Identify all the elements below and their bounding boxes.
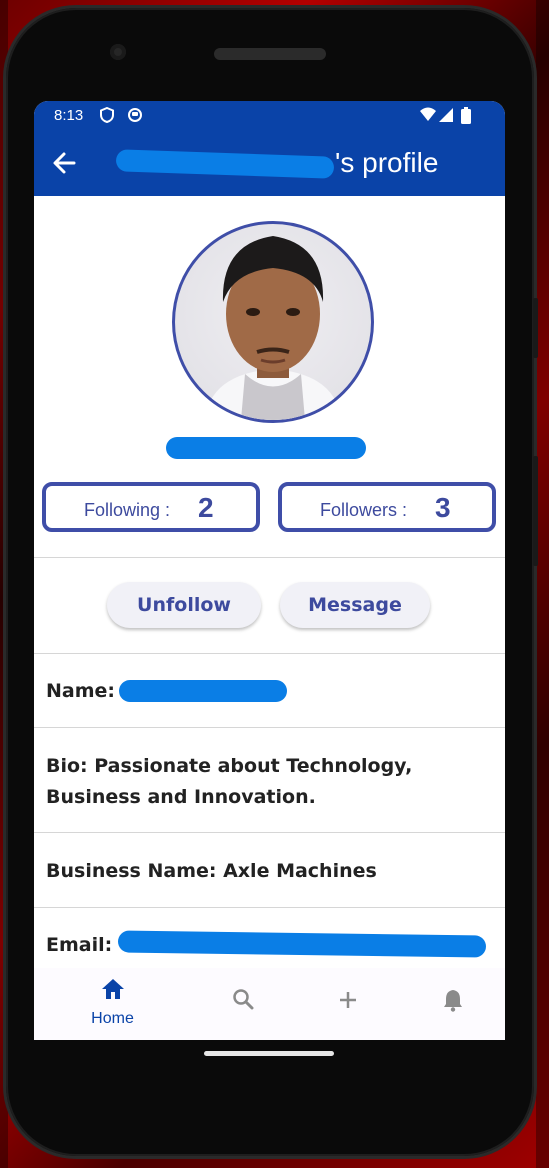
cellular-signal-icon [438, 107, 454, 127]
redacted-username [115, 149, 335, 179]
shield-icon [100, 106, 114, 127]
bio-line-2: Business and Innovation. [46, 786, 316, 808]
message-button[interactable]: Message [280, 582, 430, 628]
followers-box[interactable]: Followers : 3 [278, 482, 496, 532]
search-icon [184, 988, 301, 1016]
front-camera [110, 44, 126, 60]
nav-search[interactable] [184, 968, 301, 1040]
divider [34, 557, 505, 558]
background-edge-right [536, 0, 549, 1168]
status-bar: 8:13 [34, 101, 505, 131]
home-indicator [204, 1051, 334, 1056]
bottom-navigation: Home [34, 968, 505, 1040]
bio-line-1: Bio: Passionate about Technology, [46, 755, 413, 777]
business-name-row: Business Name: Axle Machines [46, 860, 377, 882]
following-count: 2 [198, 492, 214, 523]
redacted-email [117, 930, 487, 958]
battery-icon [461, 107, 471, 128]
wifi-icon [419, 107, 437, 127]
redacted-name [119, 680, 287, 702]
followers-count: 3 [435, 492, 451, 523]
home-icon [54, 978, 171, 1006]
unfollow-button[interactable]: Unfollow [107, 582, 261, 628]
profile-avatar [172, 221, 374, 423]
name-label: Name: [46, 680, 116, 702]
redacted-username-label [166, 437, 366, 459]
volume-button [533, 456, 538, 566]
app-title: 's profile [335, 147, 439, 178]
email-label: Email: [46, 934, 113, 956]
app-bar: 's profile [34, 131, 505, 196]
nav-notifications[interactable] [394, 968, 505, 1040]
nav-home-label: Home [91, 1010, 134, 1027]
email-row: Email: [46, 930, 112, 961]
status-time: 8:13 [54, 107, 84, 124]
notifications-icon [394, 988, 505, 1018]
divider [34, 907, 505, 908]
app-notification-icon [127, 107, 143, 127]
power-button [533, 298, 538, 358]
divider [34, 653, 505, 654]
name-row: Name: [46, 676, 115, 707]
bio-row: Bio: Passionate about Technology, Busine… [46, 751, 412, 813]
following-label: Following : [84, 500, 171, 520]
following-box[interactable]: Following : 2 [42, 482, 260, 532]
earpiece-speaker [214, 48, 326, 60]
app-screen: 8:13 's profile Following: 2 Followers … [34, 101, 505, 1040]
back-arrow-icon[interactable] [52, 145, 76, 190]
followers-label: Followers : [320, 500, 408, 520]
divider [34, 727, 505, 728]
divider [34, 832, 505, 833]
add-icon [289, 988, 406, 1016]
nav-add[interactable] [289, 968, 406, 1040]
nav-home[interactable]: Home [54, 968, 171, 1040]
